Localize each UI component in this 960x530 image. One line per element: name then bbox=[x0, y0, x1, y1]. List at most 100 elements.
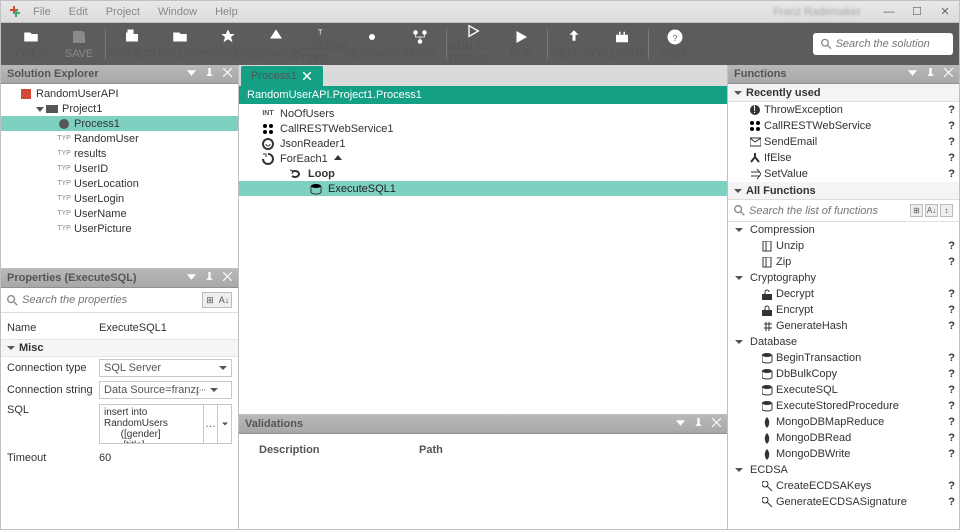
prop-sql-expand-button[interactable]: … bbox=[204, 404, 218, 444]
cat-compression[interactable]: Compression bbox=[728, 222, 959, 238]
run-debug-button[interactable]: RUN & DEBUG bbox=[449, 23, 497, 65]
dropdown-icon[interactable] bbox=[908, 68, 917, 77]
prop-sql-textarea[interactable] bbox=[99, 404, 204, 444]
node-noofusers[interactable]: INTNoOfUsers bbox=[239, 106, 727, 121]
fn-encrypt[interactable]: Encrypt? bbox=[728, 302, 959, 318]
fn-executesql[interactable]: ExecuteSQL? bbox=[728, 382, 959, 398]
dropdown-icon[interactable] bbox=[187, 68, 196, 77]
prop-timeout-value[interactable]: 60 bbox=[99, 452, 232, 464]
cat-ecdsa[interactable]: ECDSA bbox=[728, 462, 959, 478]
tree-type-results[interactable]: TYPresults bbox=[1, 146, 238, 161]
prop-sql-dropdown-button[interactable] bbox=[218, 404, 232, 444]
validations-col-description: Description bbox=[259, 444, 419, 456]
fn-unzip[interactable]: Unzip? bbox=[728, 238, 959, 254]
fn-mongowrite[interactable]: MongoDBWrite? bbox=[728, 446, 959, 462]
prop-category-misc[interactable]: Misc bbox=[1, 339, 238, 357]
tree-solution-root[interactable]: RandomUserAPI bbox=[1, 86, 238, 101]
menu-window[interactable]: Window bbox=[158, 6, 197, 18]
solution-search[interactable] bbox=[813, 33, 953, 55]
settings-button[interactable]: SETTINGS bbox=[348, 23, 396, 65]
fn-sendemail[interactable]: SendEmail? bbox=[728, 134, 959, 150]
flow-button[interactable]: FLOW bbox=[396, 23, 444, 65]
open-button[interactable]: OPEN bbox=[7, 23, 55, 65]
close-panel-icon[interactable] bbox=[223, 272, 232, 281]
fn-executesp[interactable]: ExecuteStoredProcedure? bbox=[728, 398, 959, 414]
cat-cryptography[interactable]: Cryptography bbox=[728, 270, 959, 286]
validations-col-path: Path bbox=[419, 444, 707, 456]
prop-name-value[interactable]: ExecuteSQL1 bbox=[99, 322, 232, 334]
new-service-button[interactable]: SERVICE bbox=[252, 23, 300, 65]
prop-ct-select[interactable]: SQL Server bbox=[99, 359, 232, 377]
cat-database[interactable]: Database bbox=[728, 334, 959, 350]
section-recently-used[interactable]: Recently used bbox=[728, 84, 959, 102]
fn-mongomapreduce[interactable]: MongoDBMapReduce? bbox=[728, 414, 959, 430]
sort-order-button[interactable]: ↕ bbox=[940, 204, 953, 217]
run-button[interactable]: RUN bbox=[497, 23, 545, 65]
fn-mongoread[interactable]: MongoDBRead? bbox=[728, 430, 959, 446]
tree-type-userpicture[interactable]: TYPUserPicture bbox=[1, 221, 238, 236]
fn-generateecdsasig[interactable]: GenerateECDSASignature? bbox=[728, 494, 959, 510]
section-all-functions[interactable]: All Functions bbox=[728, 182, 959, 200]
json-icon bbox=[262, 138, 274, 150]
new-folder-button[interactable]: FOLDER bbox=[156, 23, 204, 65]
prop-cs-input[interactable]: Data Source=franzpc\sqlexpress; bbox=[99, 381, 232, 399]
sort-categorized-button[interactable]: ⊞ bbox=[203, 293, 217, 307]
pin-icon[interactable] bbox=[205, 272, 214, 281]
close-panel-icon[interactable] bbox=[712, 418, 721, 427]
functions-search-input[interactable] bbox=[749, 205, 906, 217]
database-icon bbox=[762, 353, 773, 364]
new-process-button[interactable]: PROCESS bbox=[204, 23, 252, 65]
close-panel-icon[interactable] bbox=[223, 68, 232, 77]
fn-zip[interactable]: Zip? bbox=[728, 254, 959, 270]
leaf-icon bbox=[762, 433, 773, 444]
new-project-button[interactable]: PROJECT bbox=[108, 23, 156, 65]
view-categorized-button[interactable]: ⊞ bbox=[910, 204, 923, 217]
pin-icon[interactable] bbox=[205, 68, 214, 77]
node-executesql-selected[interactable]: ExecuteSQL1 bbox=[239, 181, 727, 196]
close-tab-icon[interactable] bbox=[303, 72, 311, 80]
tree-type-userlogin[interactable]: TYPUserLogin bbox=[1, 191, 238, 206]
node-loop[interactable]: Loop bbox=[239, 166, 727, 181]
dropdown-icon[interactable] bbox=[187, 272, 196, 281]
node-foreach[interactable]: ForEach1 bbox=[239, 151, 727, 166]
pin-icon[interactable] bbox=[694, 418, 703, 427]
custom-type-button[interactable]: TCUSTOM TYPE bbox=[300, 23, 348, 65]
close-button[interactable]: ✕ bbox=[931, 1, 959, 22]
tree-type-randomuser[interactable]: TYPRandomUser bbox=[1, 131, 238, 146]
menu-project[interactable]: Project bbox=[106, 6, 140, 18]
dropdown-icon[interactable] bbox=[676, 418, 685, 427]
properties-search-input[interactable] bbox=[22, 294, 202, 306]
fn-ifelse[interactable]: IfElse? bbox=[728, 150, 959, 166]
sort-alpha-button[interactable]: A↓ bbox=[217, 293, 231, 307]
node-callrest[interactable]: CallRESTWebService1 bbox=[239, 121, 727, 136]
help-button[interactable]: ?HELP bbox=[651, 23, 699, 65]
close-panel-icon[interactable] bbox=[944, 68, 953, 77]
plugins-button[interactable]: PLUGINS bbox=[598, 23, 646, 65]
fn-decrypt[interactable]: Decrypt? bbox=[728, 286, 959, 302]
pin-icon[interactable] bbox=[926, 68, 935, 77]
fn-createecdsakeys[interactable]: CreateECDSAKeys? bbox=[728, 478, 959, 494]
key-icon bbox=[762, 481, 773, 492]
tree-project[interactable]: Project1 bbox=[1, 101, 238, 116]
maximize-button[interactable]: ☐ bbox=[903, 1, 931, 22]
fn-generatehash[interactable]: GenerateHash? bbox=[728, 318, 959, 334]
fn-dbbulkcopy[interactable]: DbBulkCopy? bbox=[728, 366, 959, 382]
tree-type-username[interactable]: TYPUserName bbox=[1, 206, 238, 221]
menu-help[interactable]: Help bbox=[215, 6, 238, 18]
menu-edit[interactable]: Edit bbox=[69, 6, 88, 18]
fn-callrest[interactable]: CallRESTWebService? bbox=[728, 118, 959, 134]
menu-file[interactable]: File bbox=[33, 6, 51, 18]
fn-setvalue[interactable]: SetValue? bbox=[728, 166, 959, 182]
minimize-button[interactable]: — bbox=[875, 1, 903, 22]
solution-search-input[interactable] bbox=[836, 38, 945, 50]
tree-type-userid[interactable]: TYPUserID bbox=[1, 161, 238, 176]
deploy-button[interactable]: DEPLOY bbox=[550, 23, 598, 65]
tree-type-userlocation[interactable]: TYPUserLocation bbox=[1, 176, 238, 191]
node-jsonreader[interactable]: JsonReader1 bbox=[239, 136, 727, 151]
save-button: SAVE bbox=[55, 23, 103, 65]
fn-throwexception[interactable]: !ThrowException? bbox=[728, 102, 959, 118]
fn-begintransaction[interactable]: BeginTransaction? bbox=[728, 350, 959, 366]
tree-process-selected[interactable]: Process1 bbox=[1, 116, 238, 131]
sort-alpha-button[interactable]: A↓ bbox=[925, 204, 938, 217]
tab-process1[interactable]: Process1 bbox=[241, 66, 323, 86]
